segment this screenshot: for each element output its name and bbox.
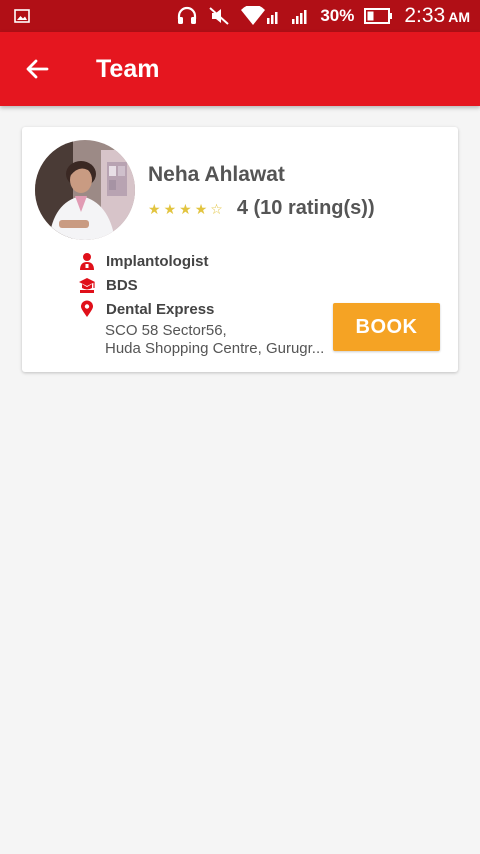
battery-percent: 30% — [320, 6, 355, 25]
location-pin-icon — [78, 299, 96, 319]
doctor-card[interactable]: Neha Ahlawat ★ ★ ★ ★ ☆ 4 (10 rating(s)) … — [22, 127, 458, 372]
rating-stars: ★ ★ ★ ★ ☆ — [148, 202, 223, 216]
status-bar: 30% 2:33 AM — [0, 0, 480, 32]
doctor-icon — [78, 251, 96, 271]
arrow-left-icon — [24, 56, 50, 82]
mute-icon — [208, 6, 230, 26]
star-filled-icon: ★ — [148, 200, 161, 217]
rating-text: 4 (10 rating(s)) — [236, 197, 375, 219]
star-filled-icon: ★ — [194, 200, 208, 217]
clock-time: 2:33 — [404, 4, 446, 27]
rating-row: ★ ★ ★ ★ ☆ 4 (10 rating(s)) — [148, 197, 375, 220]
clock-ampm: AM — [448, 9, 470, 25]
battery-icon — [364, 7, 394, 25]
wifi-icon — [240, 6, 280, 26]
address-line-1: SCO 58 Sector56, — [105, 322, 227, 339]
app-bar: Team — [0, 32, 480, 106]
specialty-row: Implantologist — [78, 251, 209, 271]
back-button[interactable] — [0, 32, 74, 106]
star-filled-icon: ★ — [163, 200, 177, 217]
clinic-name: Dental Express — [106, 300, 215, 318]
graduation-cap-icon — [78, 275, 96, 295]
address-line-2: Huda Shopping Centre, Gurugr... — [105, 340, 325, 357]
specialty-text: Implantologist — [106, 252, 209, 270]
page-title: Team — [96, 54, 160, 83]
doctor-avatar — [35, 140, 135, 240]
doctor-name: Neha Ahlawat — [148, 163, 285, 186]
degree-row: BDS — [78, 275, 138, 295]
clinic-row: Dental Express — [78, 299, 214, 319]
signal-icon — [290, 6, 310, 26]
star-empty-icon: ☆ — [210, 200, 223, 217]
clinic-address: SCO 58 Sector56, Huda Shopping Centre, G… — [105, 322, 329, 358]
degree-text: BDS — [106, 276, 138, 294]
headset-icon — [176, 6, 198, 26]
gallery-icon — [14, 8, 30, 24]
star-filled-icon: ★ — [179, 200, 192, 217]
book-button[interactable]: BOOK — [333, 303, 440, 351]
